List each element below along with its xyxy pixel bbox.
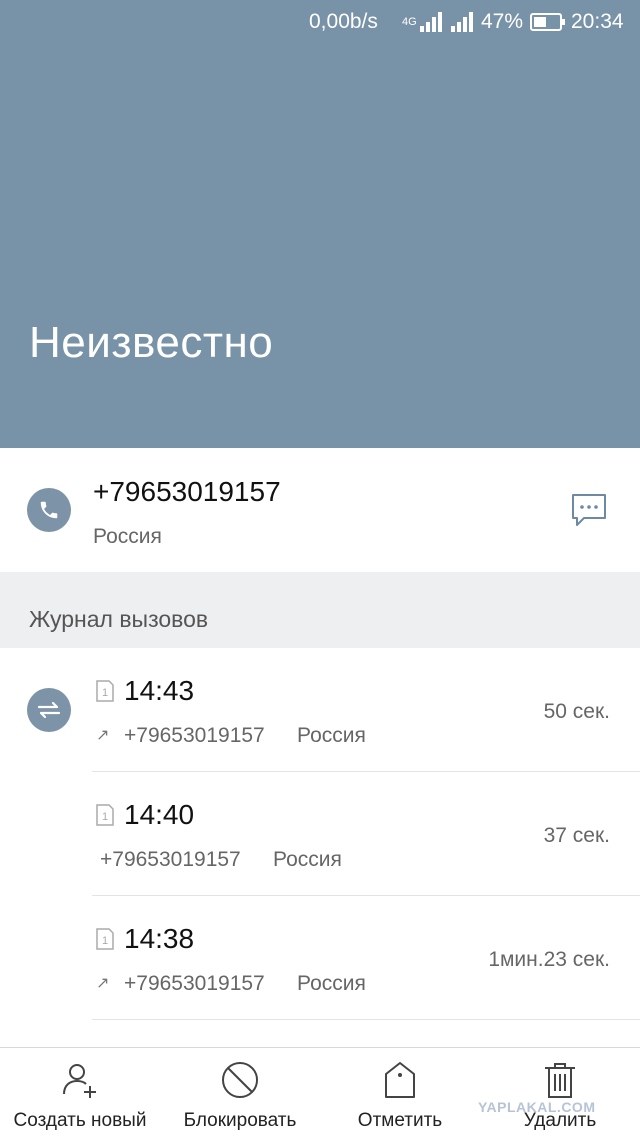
call-time: 14:40 [124, 799, 195, 830]
sim-1-icon: 1 [96, 928, 114, 955]
call-country: Россия [273, 848, 342, 871]
network-speed: 0,00b/s [309, 10, 378, 33]
call-duration: 50 сек. [543, 700, 610, 723]
phone-number: +79653019157 [93, 476, 281, 507]
watermark: YAPLAKAL.COM [478, 1099, 596, 1115]
call-log-title: Журнал вызовов [29, 606, 209, 632]
sim-1-icon: 1 [96, 804, 114, 831]
call-log-entry[interactable]: 1 14:38 ↗ +79653019157 Россия 1мин.23 се… [0, 896, 640, 1020]
call-log-entry[interactable]: 1 14:40 +79653019157 Россия 37 сек. [0, 772, 640, 896]
call-time: 14:43 [124, 675, 195, 706]
action-bar: Создать новый Блокировать Отметить Удали… [0, 1047, 640, 1139]
call-log-header: Журнал вызовов [0, 572, 640, 648]
outgoing-arrow-icon: ↗ [96, 727, 110, 744]
call-country: Россия [297, 972, 366, 995]
status-bar: 0,00b/s 4G 47% 20:34 [0, 0, 640, 44]
network-type: 4G [402, 16, 417, 28]
sim-1-icon: 1 [96, 680, 114, 707]
signal-icon [420, 12, 444, 38]
contact-header: 0,00b/s 4G 47% 20:34 Неизвестно [0, 0, 640, 448]
call-log-entry[interactable]: 1 14:43 ↗ +79653019157 Россия 50 сек. [0, 648, 640, 772]
contact-name: Неизвестно [29, 318, 274, 367]
outgoing-arrow-icon: ↗ [96, 975, 110, 992]
mark-button[interactable]: Отметить [320, 1048, 480, 1139]
tag-icon [380, 1060, 420, 1105]
battery-icon [530, 12, 566, 38]
svg-text:1: 1 [102, 811, 108, 823]
battery-percent: 47% [481, 10, 524, 33]
number-country: Россия [93, 525, 162, 548]
call-number: +79653019157 [124, 972, 265, 995]
create-contact-label: Создать новый [13, 1110, 147, 1131]
call-duration: 1мин.23 сек. [488, 948, 610, 971]
call-duration: 37 сек. [543, 824, 610, 847]
add-contact-icon [60, 1060, 100, 1105]
phone-icon[interactable] [27, 488, 71, 532]
delete-button[interactable]: Удалить [480, 1048, 640, 1139]
signal-icon [451, 12, 475, 38]
message-icon[interactable] [570, 492, 608, 533]
call-time: 14:38 [124, 923, 195, 954]
block-label: Блокировать [183, 1110, 297, 1131]
clock: 20:34 [571, 10, 624, 33]
block-button[interactable]: Блокировать [160, 1048, 320, 1139]
call-country: Россия [297, 724, 366, 747]
number-card[interactable]: +79653019157 Россия [0, 448, 640, 572]
mark-label: Отметить [357, 1110, 443, 1131]
call-number: +79653019157 [100, 848, 241, 871]
svg-text:1: 1 [102, 687, 108, 699]
block-icon [220, 1060, 260, 1105]
row-divider [92, 1019, 640, 1020]
create-contact-button[interactable]: Создать новый [0, 1048, 160, 1139]
call-number: +79653019157 [124, 724, 265, 747]
swap-icon [27, 688, 71, 732]
svg-text:1: 1 [102, 935, 108, 947]
